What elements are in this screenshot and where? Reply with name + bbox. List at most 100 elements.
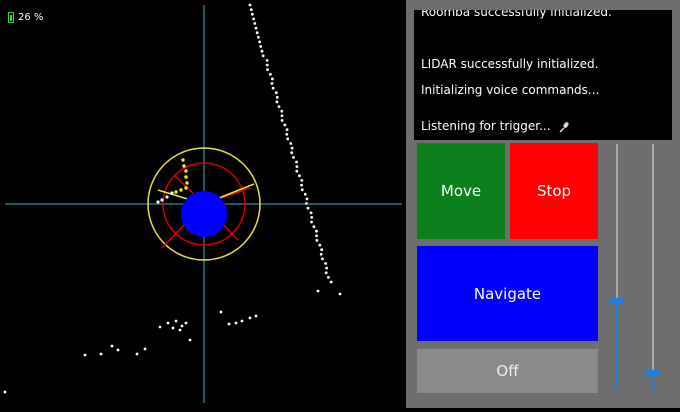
lidar-map: 26 % bbox=[0, 0, 406, 408]
scan-point bbox=[240, 319, 244, 323]
scan-point bbox=[303, 192, 307, 196]
scan-point bbox=[295, 165, 299, 169]
near-obstacle-point bbox=[184, 169, 188, 173]
scan-point bbox=[99, 352, 103, 356]
scan-point bbox=[178, 328, 182, 332]
off-button[interactable]: Off bbox=[417, 349, 598, 393]
scan-point bbox=[165, 195, 169, 199]
move-button[interactable]: Move bbox=[417, 143, 505, 239]
scan-point bbox=[318, 243, 322, 247]
scan-point bbox=[321, 257, 324, 261]
scan-point bbox=[298, 174, 301, 178]
scan-point bbox=[271, 77, 274, 81]
scan-point bbox=[248, 3, 252, 7]
slider-left[interactable] bbox=[607, 144, 627, 392]
scan-point bbox=[305, 197, 309, 201]
scan-point bbox=[265, 63, 269, 67]
scan-point bbox=[327, 276, 330, 279]
scan-point bbox=[315, 234, 318, 238]
scan-point bbox=[324, 271, 328, 275]
slider-thumb[interactable] bbox=[646, 370, 660, 376]
scan-point bbox=[248, 316, 252, 320]
scan-point bbox=[283, 123, 287, 127]
stop-button[interactable]: Stop bbox=[510, 143, 598, 239]
near-obstacle-point bbox=[179, 188, 183, 192]
scan-point bbox=[252, 17, 256, 21]
scan-point bbox=[338, 292, 342, 296]
scan-point bbox=[285, 128, 289, 132]
log-line: LIDAR successfully initialized. bbox=[421, 57, 599, 71]
near-obstacle-points bbox=[174, 158, 189, 194]
scan-point bbox=[295, 160, 298, 164]
near-obstacle-point bbox=[184, 186, 188, 190]
scan-point bbox=[184, 321, 188, 325]
scan-point bbox=[143, 347, 147, 351]
scan-point bbox=[305, 202, 308, 205]
scan-point bbox=[300, 179, 304, 182]
slider-thumb[interactable] bbox=[610, 298, 624, 304]
scan-point bbox=[290, 146, 294, 150]
scan-point bbox=[158, 325, 162, 329]
near-obstacle-point bbox=[185, 181, 189, 185]
slider-track bbox=[652, 144, 654, 392]
microphone-icon bbox=[559, 121, 569, 133]
scan-point bbox=[329, 280, 333, 284]
scan-point bbox=[249, 8, 253, 12]
robot-body bbox=[181, 191, 227, 237]
scan-point bbox=[254, 26, 258, 30]
scan-point bbox=[292, 156, 295, 159]
scan-point bbox=[219, 310, 223, 314]
scan-point bbox=[280, 119, 284, 122]
near-obstacle-point bbox=[184, 175, 188, 179]
scan-point bbox=[180, 324, 184, 328]
lidar-map-canvas bbox=[3, 3, 402, 403]
scan-point bbox=[266, 68, 269, 71]
log-line-listening: Listening for trigger... bbox=[421, 119, 570, 133]
scan-point bbox=[312, 225, 316, 229]
scan-point bbox=[269, 72, 272, 76]
lidar-scan-points bbox=[3, 3, 342, 394]
scan-point bbox=[171, 326, 175, 330]
scan-point bbox=[234, 321, 238, 325]
scan-point bbox=[170, 191, 174, 195]
scan-point bbox=[315, 229, 318, 233]
scan-point bbox=[156, 200, 160, 204]
scan-point bbox=[315, 239, 319, 242]
scan-point bbox=[295, 169, 299, 173]
navigate-button[interactable]: Navigate bbox=[417, 246, 598, 341]
scan-point bbox=[253, 22, 257, 25]
scan-point bbox=[261, 54, 265, 58]
scan-point bbox=[300, 183, 303, 187]
scan-point bbox=[254, 314, 258, 318]
log-line: Initializing voice commands... bbox=[421, 83, 600, 97]
scan-point bbox=[310, 216, 314, 219]
scan-point bbox=[324, 262, 327, 265]
scan-point bbox=[270, 82, 274, 85]
scan-point bbox=[290, 151, 294, 155]
scan-point bbox=[280, 109, 284, 113]
near-obstacle-point bbox=[181, 158, 185, 162]
status-log: Roomba successfully initialized. LIDAR s… bbox=[414, 10, 672, 140]
scan-point bbox=[174, 319, 178, 323]
scan-point bbox=[255, 31, 259, 35]
log-line-text: Listening for trigger... bbox=[421, 119, 551, 133]
scan-point bbox=[325, 266, 328, 270]
scan-point bbox=[160, 198, 164, 202]
scan-point bbox=[277, 105, 281, 108]
near-obstacle-point bbox=[174, 190, 178, 194]
scan-point bbox=[316, 289, 320, 293]
scan-point bbox=[258, 40, 261, 44]
scan-point bbox=[285, 132, 289, 136]
scan-point bbox=[188, 338, 192, 342]
battery-level: 26 % bbox=[18, 12, 44, 23]
scan-point bbox=[289, 142, 293, 145]
scan-point bbox=[83, 353, 87, 357]
scan-point bbox=[257, 35, 260, 39]
log-line: Roomba successfully initialized. bbox=[421, 10, 612, 19]
scan-point bbox=[320, 248, 324, 252]
scan-point bbox=[275, 95, 279, 99]
slider-fill bbox=[616, 300, 618, 392]
scan-point bbox=[135, 352, 139, 356]
slider-right[interactable] bbox=[643, 144, 663, 392]
scan-point bbox=[309, 211, 313, 215]
